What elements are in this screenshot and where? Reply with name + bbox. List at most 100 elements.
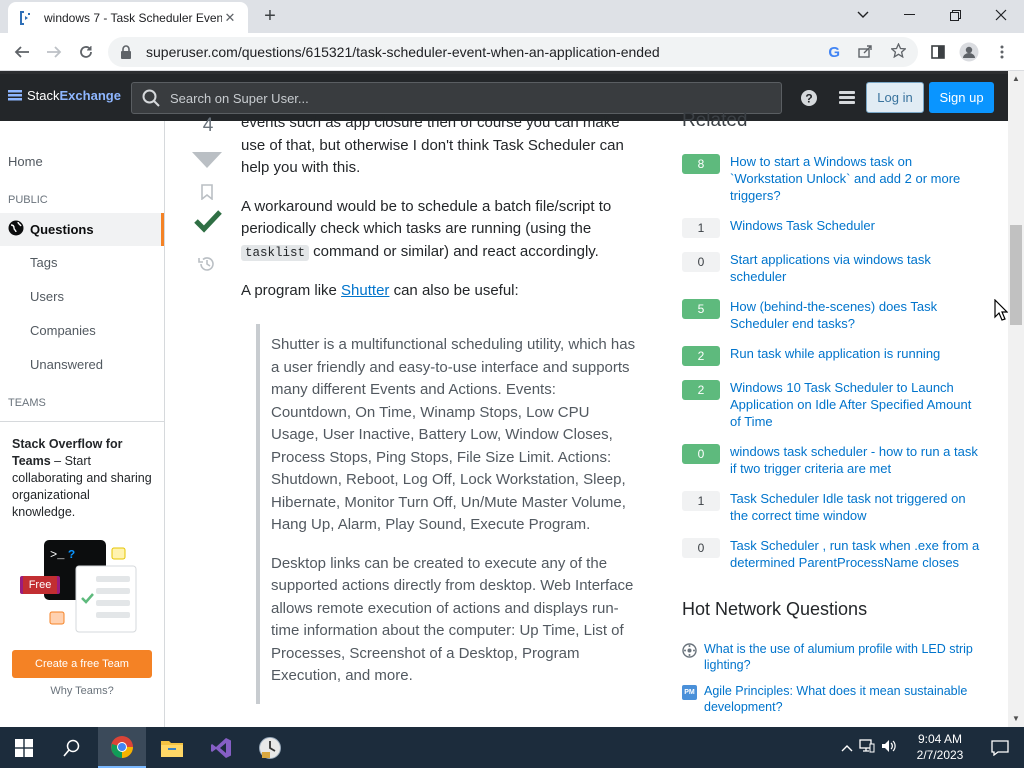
teams-illustration: >_ ? Free [20, 540, 150, 640]
bookmark-star-icon[interactable] [890, 42, 907, 61]
search-icon [142, 89, 160, 107]
browser-tab[interactable]: windows 7 - Task Scheduler Even ✕ [8, 2, 248, 33]
nav-unanswered[interactable]: Unanswered [30, 357, 103, 372]
notification-icon[interactable] [976, 727, 1024, 768]
taskbar-search-icon[interactable] [48, 727, 96, 768]
stackexchange-logo[interactable]: Stack Exchange [8, 88, 121, 103]
related-item[interactable]: 0 Start applications via windows task sch… [682, 251, 982, 285]
browser-toolbar: superuser.com/questions/615321/task-sche… [0, 33, 1024, 71]
help-icon[interactable]: ? [798, 87, 820, 109]
related-answer-count: 0 [682, 538, 720, 558]
minimize-icon[interactable] [886, 0, 932, 30]
file-explorer-icon[interactable] [148, 727, 196, 768]
downvote-arrow-icon[interactable] [191, 151, 223, 174]
tray-chevron-up-icon[interactable] [838, 741, 856, 755]
related-link[interactable]: Task Scheduler , run task when .exe from… [730, 537, 982, 571]
scrollbar-thumb[interactable] [1010, 225, 1022, 325]
forward-arrow-icon[interactable] [42, 40, 66, 64]
scroll-up-icon[interactable]: ▲ [1012, 75, 1020, 83]
related-link[interactable]: windows task scheduler - how to run a ta… [730, 443, 982, 477]
answer-paragraph-2: A workaround would be to schedule a batc… [241, 196, 641, 265]
related-item[interactable]: 0 Task Scheduler , run task when .exe fro… [682, 537, 982, 571]
restore-icon[interactable] [932, 0, 978, 30]
hot-network-heading: Hot Network Questions [682, 599, 868, 619]
related-link[interactable]: How to start a Windows task on `Workstat… [730, 153, 982, 204]
address-bar[interactable]: superuser.com/questions/615321/task-sche… [108, 37, 918, 67]
lock-icon [120, 45, 134, 59]
site-switcher-icon[interactable] [836, 87, 858, 109]
teams-promo-text: Stack Overflow for Teams – Start collabo… [12, 436, 152, 521]
related-item[interactable]: 2 Windows 10 Task Scheduler to Launch App… [682, 379, 982, 430]
visual-studio-icon[interactable] [197, 727, 245, 768]
answer-p3-text-end: can also be useful: [389, 282, 519, 299]
task-scheduler-icon[interactable] [246, 727, 294, 768]
related-item[interactable]: 1 Windows Task Scheduler [682, 217, 982, 238]
tab-close-icon[interactable]: ✕ [222, 10, 238, 26]
nav-questions[interactable]: Questions [0, 213, 164, 246]
nav-users[interactable]: Users [30, 289, 64, 304]
accepted-checkmark-icon [194, 209, 222, 238]
chrome-app-icon[interactable] [98, 727, 146, 768]
related-answer-count: 5 [682, 299, 720, 319]
related-link[interactable]: Windows Task Scheduler [730, 217, 875, 234]
related-item[interactable]: 0 windows task scheduler - how to run a t… [682, 443, 982, 477]
create-team-button[interactable]: Create a free Team [12, 650, 152, 678]
google-icon[interactable]: G [828, 44, 840, 61]
related-answer-count: 0 [682, 252, 720, 272]
taskbar-clock[interactable]: 9:04 AM 2/7/2023 [910, 731, 970, 763]
network-icon[interactable] [856, 739, 878, 756]
close-window-icon[interactable] [978, 0, 1024, 30]
hot-network-item[interactable]: PM Agile Principles: What does it mean s… [682, 683, 982, 715]
vote-count: 4 [202, 115, 214, 136]
related-link[interactable]: How (behind-the-scenes) does Task Schedu… [730, 298, 982, 332]
nav-companies[interactable]: Companies [30, 323, 96, 338]
related-link[interactable]: Start applications via windows task sche… [730, 251, 982, 285]
hot-network-list: What is the use of alumium profile with … [682, 641, 982, 725]
hot-network-link[interactable]: Agile Principles: What does it mean sust… [704, 683, 982, 715]
scroll-down-icon[interactable]: ▼ [1012, 715, 1020, 723]
clock-time: 9:04 AM [917, 732, 963, 746]
answer-p2-text-end: command or similar) and react accordingl… [309, 242, 599, 260]
side-panel-icon[interactable] [927, 41, 949, 63]
reload-icon[interactable] [74, 40, 98, 64]
related-link[interactable]: Task Scheduler Idle task not triggered o… [730, 490, 982, 524]
new-tab-icon[interactable]: + [259, 5, 281, 27]
free-badge-label: Free [22, 576, 58, 594]
related-link[interactable]: Run task while application is running [730, 345, 940, 362]
hot-network-item[interactable]: What is the use of alumium profile with … [682, 641, 982, 673]
nav-home[interactable]: Home [8, 154, 43, 169]
profile-avatar-icon[interactable] [958, 41, 980, 63]
bookmark-icon[interactable] [201, 184, 213, 205]
search-placeholder: Search on Super User... [170, 90, 309, 106]
hot-network-link[interactable]: What is the use of alumium profile with … [704, 641, 982, 673]
logo-stack-text: Stack [27, 88, 60, 103]
why-teams-link[interactable]: Why Teams? [0, 685, 164, 697]
system-tray [838, 727, 900, 768]
stackexchange-logo-icon [8, 89, 22, 100]
menu-kebab-icon[interactable] [991, 41, 1013, 63]
nav-section-teams: TEAMS [8, 397, 46, 409]
windows-taskbar: 9:04 AM 2/7/2023 [0, 727, 1024, 768]
back-arrow-icon[interactable] [10, 40, 34, 64]
blockquote: Shutter is a multifunctional scheduling … [256, 324, 636, 704]
page-scrollbar[interactable]: ▲ ▼ [1008, 71, 1024, 727]
related-answer-count: 2 [682, 380, 720, 400]
related-item[interactable]: 8 How to start a Windows task on `Worksta… [682, 153, 982, 204]
tab-search-icon[interactable] [840, 0, 886, 30]
clock-date: 2/7/2023 [916, 748, 964, 762]
volume-icon[interactable] [878, 739, 900, 756]
windows-start-icon[interactable] [0, 727, 48, 768]
login-button[interactable]: Log in [866, 82, 924, 113]
signup-button[interactable]: Sign up [929, 82, 994, 113]
related-item[interactable]: 1 Task Scheduler Idle task not triggered … [682, 490, 982, 524]
shutter-link[interactable]: Shutter [341, 282, 389, 299]
related-item[interactable]: 2 Run task while application is running [682, 345, 982, 366]
history-icon[interactable] [198, 255, 216, 278]
related-item[interactable]: 5 How (behind-the-scenes) does Task Sched… [682, 298, 982, 332]
answer-p3-text: A program like [241, 282, 342, 299]
share-icon[interactable] [858, 44, 873, 61]
nav-tags[interactable]: Tags [30, 255, 57, 270]
nav-section-public: PUBLIC [8, 194, 48, 206]
browser-tabstrip: windows 7 - Task Scheduler Even ✕ + [0, 0, 1024, 33]
related-link[interactable]: Windows 10 Task Scheduler to Launch Appl… [730, 379, 982, 430]
